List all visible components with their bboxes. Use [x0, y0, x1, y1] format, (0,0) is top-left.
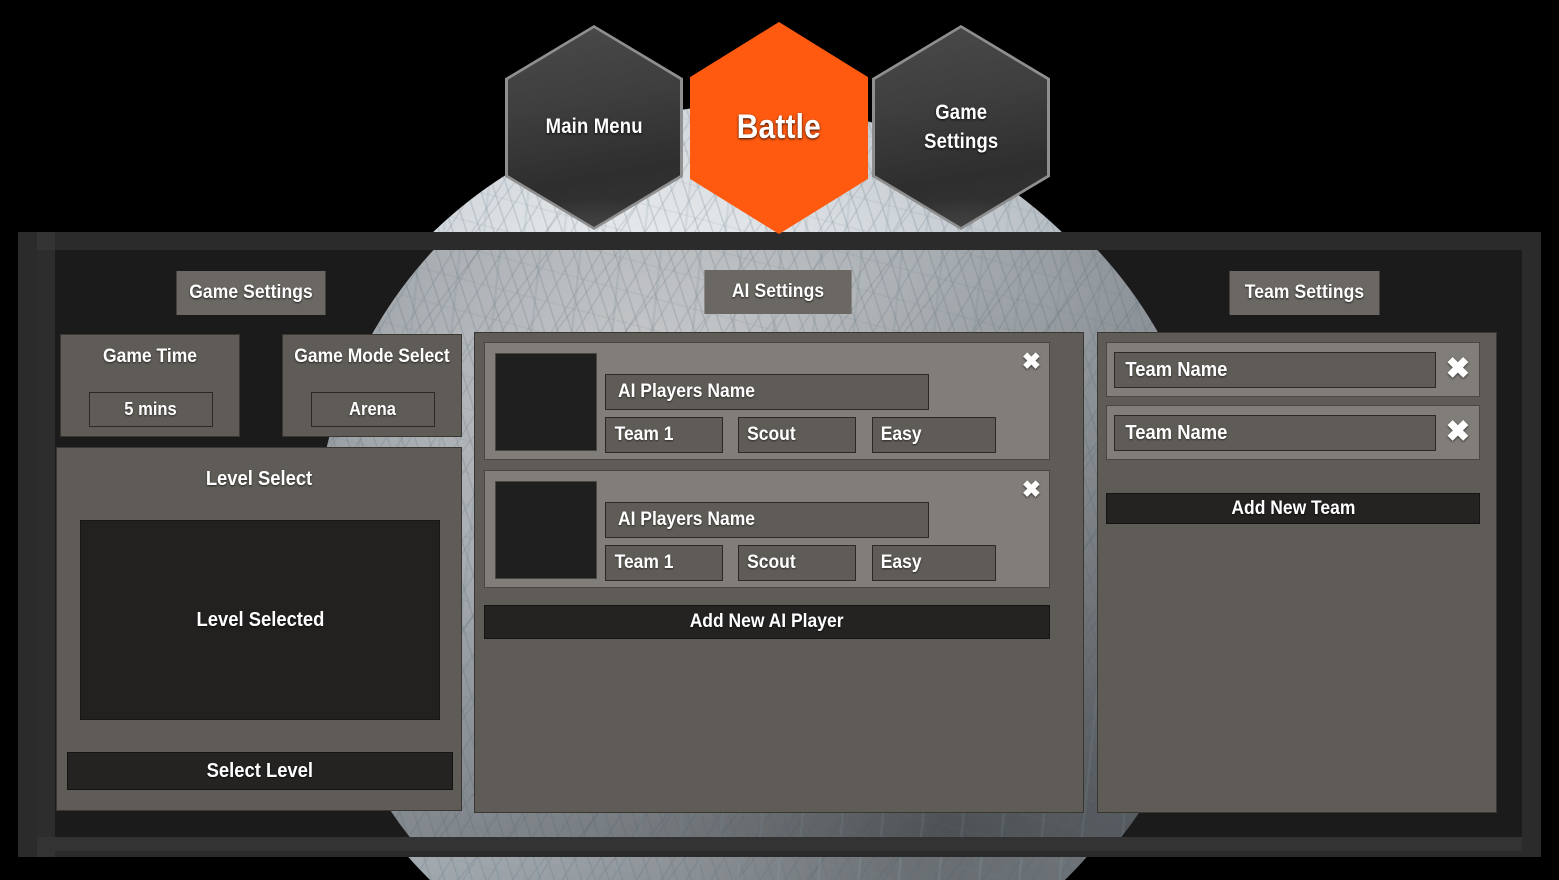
- game-mode-card: Game Mode Select Arena: [282, 334, 462, 437]
- ai-player-name-value: AI Players Name: [617, 509, 755, 530]
- ai-player-name-value: AI Players Name: [617, 381, 755, 402]
- game-screen: Main Menu Battle Game Settings Game Sett…: [0, 0, 1559, 880]
- tab-ai-settings-label: AI Settings: [731, 281, 825, 302]
- ai-player-team-value: Team 1: [614, 424, 674, 445]
- add-new-team-label: Add New Team: [1231, 497, 1355, 519]
- remove-ai-player-icon[interactable]: ✖: [1022, 350, 1041, 373]
- add-new-team-button[interactable]: Add New Team: [1106, 493, 1480, 524]
- level-preview-label: Level Selected: [196, 608, 324, 631]
- window-left-rail: [37, 232, 55, 857]
- ai-player-team-value: Team 1: [614, 552, 674, 573]
- ai-player-difficulty-select[interactable]: Easy: [872, 417, 996, 453]
- ai-player-unit-value: Scout: [747, 552, 796, 573]
- team-settings-panel: Team Name ✖ Team Name ✖ Add New Team: [1097, 332, 1497, 813]
- hex-nav: Main Menu Battle Game Settings: [0, 0, 1559, 235]
- team-name-value: Team Name: [1125, 421, 1228, 444]
- ai-player-unit-select[interactable]: Scout: [738, 545, 856, 581]
- tab-game-settings[interactable]: Game Settings: [176, 271, 326, 315]
- ai-player-avatar[interactable]: [495, 353, 597, 451]
- game-time-card: Game Time 5 mins: [60, 334, 240, 437]
- ai-player-unit-select[interactable]: Scout: [738, 417, 856, 453]
- team-name-input[interactable]: Team Name: [1114, 415, 1436, 451]
- nav-hex-game-settings-line2: Settings: [923, 129, 999, 153]
- level-select-card: Level Select Level Selected Select Level: [56, 447, 462, 811]
- tab-team-settings-label: Team Settings: [1244, 282, 1365, 303]
- remove-team-icon[interactable]: ✖: [1446, 355, 1470, 384]
- remove-team-icon[interactable]: ✖: [1446, 418, 1470, 447]
- ai-player-name-input[interactable]: AI Players Name: [605, 374, 929, 410]
- ai-player-difficulty-value: Easy: [880, 552, 922, 573]
- team-list: Team Name ✖ Team Name ✖: [1106, 342, 1480, 468]
- select-level-button[interactable]: Select Level: [67, 752, 453, 790]
- ai-player-list: ✖ AI Players Name Team 1 Scout Easy ✖ AI…: [484, 342, 1050, 805]
- ai-player-difficulty-select[interactable]: Easy: [872, 545, 996, 581]
- add-new-ai-player-button[interactable]: Add New AI Player: [484, 605, 1050, 639]
- ai-player-unit-value: Scout: [747, 424, 796, 445]
- ai-player-team-select[interactable]: Team 1: [605, 545, 723, 581]
- ai-player-name-input[interactable]: AI Players Name: [605, 502, 929, 538]
- team-name-input[interactable]: Team Name: [1114, 352, 1436, 388]
- level-select-title: Level Select: [205, 468, 313, 490]
- game-mode-value[interactable]: Arena: [311, 392, 435, 427]
- remove-ai-player-icon[interactable]: ✖: [1022, 478, 1041, 501]
- select-level-button-label: Select Level: [206, 759, 314, 782]
- tab-team-settings[interactable]: Team Settings: [1229, 271, 1380, 315]
- ai-settings-panel: ✖ AI Players Name Team 1 Scout Easy ✖ AI…: [474, 332, 1084, 813]
- nav-hex-game-settings-line1: Game: [934, 101, 988, 125]
- game-time-value-label: 5 mins: [124, 399, 178, 419]
- ai-player-row: ✖ AI Players Name Team 1 Scout Easy: [484, 470, 1050, 588]
- game-time-title: Game Time: [103, 346, 197, 367]
- ai-player-difficulty-value: Easy: [880, 424, 922, 445]
- window-footer-bar: [37, 837, 1522, 851]
- game-mode-value-label: Arena: [349, 399, 397, 419]
- game-time-value[interactable]: 5 mins: [89, 392, 213, 427]
- nav-hex-main-menu[interactable]: Main Menu: [505, 25, 683, 230]
- nav-hex-battle-label: Battle: [736, 108, 822, 147]
- nav-hex-battle[interactable]: Battle: [690, 22, 868, 234]
- level-preview[interactable]: Level Selected: [80, 520, 440, 720]
- game-mode-title: Game Mode Select: [294, 346, 450, 367]
- tab-game-settings-label: Game Settings: [189, 282, 313, 303]
- nav-hex-game-settings[interactable]: Game Settings: [872, 25, 1050, 230]
- tab-ai-settings[interactable]: AI Settings: [704, 270, 852, 314]
- nav-hex-game-settings-label: Game Settings: [924, 99, 998, 156]
- ai-player-avatar[interactable]: [495, 481, 597, 579]
- ai-player-row: ✖ AI Players Name Team 1 Scout Easy: [484, 342, 1050, 460]
- team-row: Team Name ✖: [1106, 342, 1480, 397]
- team-row: Team Name ✖: [1106, 405, 1480, 460]
- team-name-value: Team Name: [1125, 358, 1228, 381]
- add-new-ai-player-label: Add New AI Player: [690, 611, 844, 632]
- ai-player-team-select[interactable]: Team 1: [605, 417, 723, 453]
- nav-hex-main-menu-label: Main Menu: [545, 115, 643, 139]
